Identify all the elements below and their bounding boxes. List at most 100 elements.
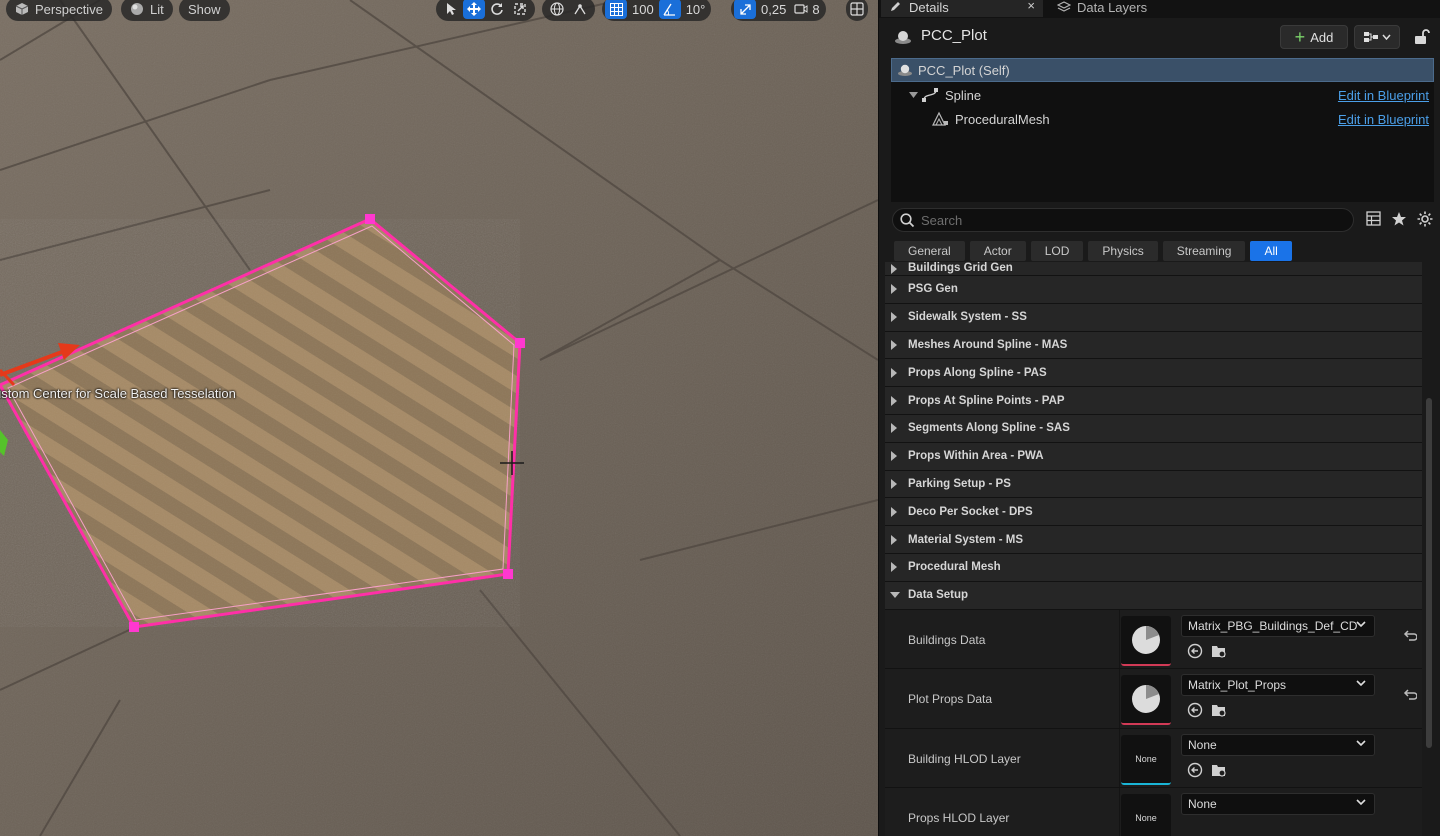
grid-snap-value[interactable]: 100 <box>629 0 657 19</box>
angle-icon <box>663 3 676 16</box>
category-props-within-area[interactable]: Props Within Area - PWA <box>885 442 1422 471</box>
rotate-tool-button[interactable] <box>486 0 508 19</box>
category-meshes-around-spline[interactable]: Meshes Around Spline - MAS <box>885 331 1422 360</box>
use-selected-icon[interactable] <box>1187 702 1203 718</box>
grid-snap-button[interactable] <box>605 0 627 19</box>
edit-in-blueprint-link[interactable]: Edit in Blueprint <box>1338 88 1429 103</box>
scale-tool-button[interactable] <box>509 0 531 19</box>
asset-actions <box>1187 762 1227 778</box>
translate-tool-button[interactable] <box>463 0 485 19</box>
search-input[interactable] <box>921 211 1341 229</box>
tree-item-procedural-mesh[interactable]: ProceduralMesh Edit in Blueprint <box>891 107 1434 131</box>
world-local-button[interactable] <box>546 0 568 19</box>
surface-snap-button[interactable] <box>569 0 591 19</box>
sphere-icon <box>131 3 143 15</box>
viewport-layout-button[interactable] <box>846 0 868 21</box>
category-procedural-mesh[interactable]: Procedural Mesh <box>885 553 1422 582</box>
unlock-icon[interactable] <box>1412 28 1430 46</box>
category-data-setup[interactable]: Data Setup <box>885 581 1422 610</box>
reset-to-default-icon[interactable] <box>1403 689 1417 701</box>
tab-data-layers[interactable]: Data Layers <box>1049 0 1147 17</box>
level-viewport[interactable]: ustom Center for Scale Based Tesselation… <box>0 0 878 836</box>
asset-combo-value: Matrix_Plot_Props <box>1188 678 1287 693</box>
asset-combo-box[interactable]: None <box>1181 793 1375 816</box>
filter-actor[interactable]: Actor <box>969 241 1026 261</box>
asset-combo-box[interactable]: None <box>1181 733 1375 756</box>
category-parking-setup[interactable]: Parking Setup - PS <box>885 470 1422 499</box>
search-tools <box>1366 211 1433 227</box>
star-icon[interactable] <box>1391 211 1407 226</box>
asset-combo-box[interactable]: Matrix_Plot_Props <box>1181 674 1375 697</box>
gear-icon[interactable] <box>1417 211 1433 227</box>
expand-arrow-icon <box>891 562 897 573</box>
use-selected-icon[interactable] <box>1187 762 1203 778</box>
tab-details[interactable]: Details × <box>881 0 1043 17</box>
expand-arrow-icon <box>891 312 897 323</box>
asset-thumbnail[interactable] <box>1121 675 1171 726</box>
perspective-button[interactable]: Perspective <box>6 0 112 21</box>
procedural-mesh-icon <box>932 111 948 126</box>
category-sidewalk-system[interactable]: Sidewalk System - SS <box>885 303 1422 332</box>
filter-all[interactable]: All <box>1250 241 1292 261</box>
expand-arrow-icon <box>891 423 897 434</box>
close-tab-icon[interactable]: × <box>1027 0 1035 13</box>
show-button[interactable]: Show <box>179 0 230 21</box>
asset-thumbnail[interactable]: None <box>1121 794 1171 836</box>
asset-actions <box>1187 643 1227 659</box>
data-asset-pie-icon <box>1132 685 1160 714</box>
filter-lod[interactable]: LOD <box>1030 241 1084 261</box>
browse-folder-icon[interactable] <box>1211 643 1227 659</box>
edit-in-blueprint-link[interactable]: Edit in Blueprint <box>1338 112 1429 127</box>
tree-item-spline[interactable]: Spline Edit in Blueprint <box>891 83 1434 107</box>
scale-snap-value[interactable]: 0,25 <box>758 0 789 19</box>
category-segments-along-spline[interactable]: Segments Along Spline - SAS <box>885 414 1422 443</box>
collapse-arrow-icon[interactable] <box>909 92 918 99</box>
rotation-snap-value[interactable]: 10° <box>683 0 709 19</box>
filter-physics[interactable]: Physics <box>1088 241 1158 261</box>
details-panel: Details × Data Layers PCC_Plot + Add PCC… <box>878 0 1440 836</box>
category-label: Material System - MS <box>908 533 1024 546</box>
layers-icon <box>1057 1 1071 12</box>
asset-thumbnail[interactable]: None <box>1121 734 1171 785</box>
category-psg-gen[interactable]: PSG Gen <box>885 276 1422 304</box>
expand-arrow-icon <box>891 506 897 517</box>
asset-actions <box>1187 702 1227 718</box>
scale-snap-button[interactable] <box>734 0 756 19</box>
category-props-at-spline-points[interactable]: Props At Spline Points - PAP <box>885 387 1422 415</box>
category-label: PSG Gen <box>908 283 958 296</box>
browse-folder-icon[interactable] <box>1211 702 1227 718</box>
filter-streaming[interactable]: Streaming <box>1162 241 1246 261</box>
reset-to-default-icon[interactable] <box>1403 630 1417 642</box>
show-label: Show <box>188 1 221 17</box>
tree-item-self[interactable]: PCC_Plot (Self) <box>891 58 1434 82</box>
category-props-along-spline[interactable]: Props Along Spline - PAS <box>885 359 1422 388</box>
category-material-system[interactable]: Material System - MS <box>885 526 1422 554</box>
use-selected-icon[interactable] <box>1187 643 1203 659</box>
lit-button[interactable]: Lit <box>121 0 173 21</box>
filter-general[interactable]: General <box>894 241 965 261</box>
asset-thumbnail[interactable] <box>1121 615 1171 666</box>
category-deco-per-socket[interactable]: Deco Per Socket - DPS <box>885 498 1422 527</box>
blueprint-options-button[interactable] <box>1354 25 1400 49</box>
property-props-hlod-layer: Props HLOD Layer None None <box>885 788 1422 836</box>
actor-icon <box>895 31 911 44</box>
property-plot-props-data: Plot Props Data Matrix_Plot_Props <box>885 669 1422 729</box>
add-component-button[interactable]: + Add <box>1280 25 1348 49</box>
camera-speed-button[interactable]: 8 <box>791 0 822 19</box>
property-label: Props HLOD Layer <box>908 811 1010 826</box>
search-box <box>892 208 1354 232</box>
table-view-icon[interactable] <box>1366 211 1381 226</box>
select-tool-button[interactable] <box>440 0 462 19</box>
thumbnail-none-label: None <box>1135 753 1157 764</box>
scrollbar-thumb[interactable] <box>1426 398 1432 748</box>
chevron-down-icon <box>1356 680 1366 687</box>
category-label: Procedural Mesh <box>908 561 1001 574</box>
lit-label: Lit <box>150 1 164 17</box>
browse-folder-icon[interactable] <box>1211 762 1227 778</box>
rotation-snap-button[interactable] <box>658 0 681 19</box>
asset-combo-box[interactable]: Matrix_PBG_Buildings_Def_CD <box>1181 614 1375 637</box>
category-buildings-grid-gen[interactable]: Buildings Grid Gen <box>885 262 1422 276</box>
data-asset-pie-icon <box>1132 625 1160 654</box>
details-scrollbar[interactable] <box>1425 268 1433 836</box>
expand-arrow-icon <box>891 367 897 378</box>
